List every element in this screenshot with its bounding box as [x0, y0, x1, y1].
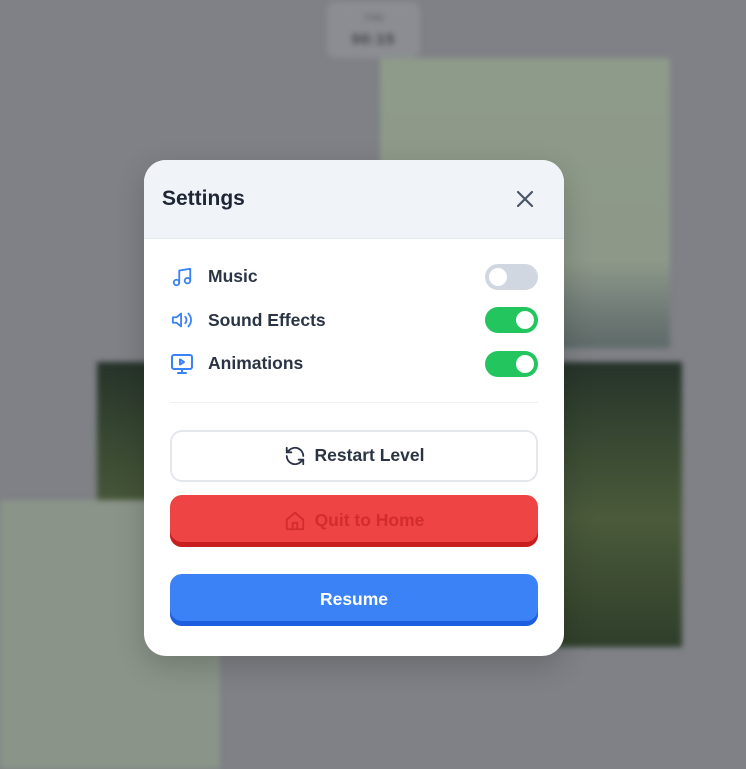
settings-modal: Settings Music Sound Effects Animations … [144, 160, 564, 656]
modal-header: Settings [144, 160, 564, 239]
close-icon [516, 190, 534, 208]
restart-level-button[interactable]: Restart Level [170, 429, 538, 482]
refresh-icon [284, 445, 306, 467]
quit-to-home-button[interactable]: Quit to Home [170, 494, 538, 547]
toggle-knob [516, 354, 534, 373]
home-icon [284, 510, 306, 532]
setting-row-music: Music [170, 255, 538, 299]
animations-label: Animations [208, 353, 304, 374]
music-label: Music [208, 266, 258, 287]
restart-level-label: Restart Level [314, 445, 425, 465]
close-button[interactable] [512, 186, 538, 212]
speaker-icon [170, 308, 194, 332]
sound-effects-label: Sound Effects [208, 309, 326, 330]
toggle-knob [489, 267, 507, 286]
resume-label: Resume [319, 589, 389, 609]
timer-value: 00:15 [351, 30, 396, 48]
timer-panel: TIME 00:15 [327, 2, 420, 58]
music-toggle[interactable] [485, 263, 538, 290]
setting-row-sound-effects: Sound Effects [170, 299, 538, 343]
resume-button[interactable]: Resume [170, 573, 538, 626]
modal-title: Settings [162, 187, 245, 210]
action-buttons: Restart Level Quit to Home Resume [144, 403, 564, 626]
animations-toggle[interactable] [485, 350, 538, 377]
quit-to-home-label: Quit to Home [314, 510, 425, 530]
music-note-icon [170, 265, 194, 289]
sound-effects-toggle[interactable] [485, 307, 538, 334]
monitor-play-icon [170, 352, 194, 376]
toggle-knob [516, 311, 534, 330]
timer-label: TIME [362, 12, 385, 23]
setting-row-animations: Animations [170, 342, 538, 386]
settings-list: Music Sound Effects Animations [144, 239, 564, 386]
